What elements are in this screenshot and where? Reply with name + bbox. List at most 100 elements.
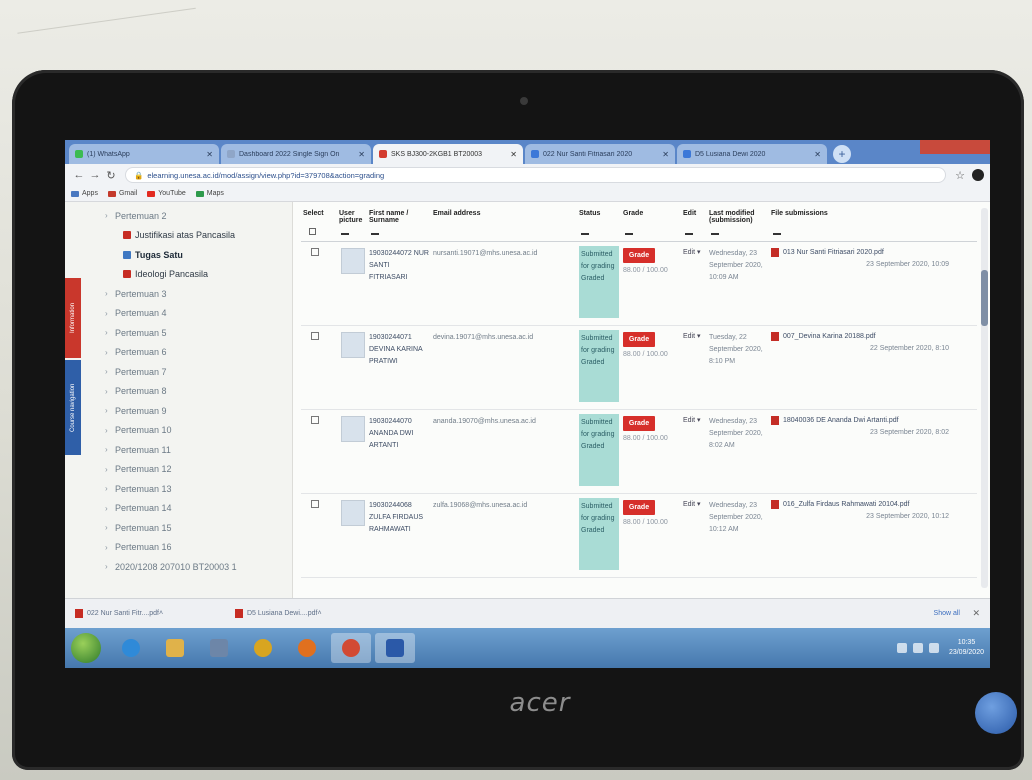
row-select-checkbox[interactable] — [311, 248, 319, 256]
file-link[interactable]: 013 Nur Santi Fitriasari 2020.pdf — [771, 248, 957, 257]
user-avatar[interactable] — [341, 416, 365, 442]
student-name[interactable]: 19030244068 ZULFA FIRDAUS RAHMAWATI — [369, 500, 429, 536]
edit-menu[interactable]: Edit ▾ — [683, 248, 705, 256]
back-icon[interactable]: ← — [71, 169, 87, 181]
sidebar-section[interactable]: › Pertemuan 9 — [65, 401, 292, 421]
close-icon[interactable]: ✕ — [814, 150, 821, 159]
profile-avatar[interactable] — [972, 169, 984, 181]
bookmark-item[interactable]: Maps — [195, 190, 224, 197]
grade-button[interactable]: Grade — [623, 416, 655, 431]
taskbar-app[interactable] — [111, 633, 151, 663]
browser-tab[interactable]: Dashboard 2022 Single Sign On ✕ — [221, 144, 371, 164]
file-link[interactable]: 016_Zulfa Firdaus Rahmawati 20104.pdf — [771, 500, 957, 509]
user-avatar[interactable] — [341, 332, 365, 358]
sidebar-section[interactable]: › Pertemuan 6 — [65, 343, 292, 363]
grade-button[interactable]: Grade — [623, 248, 655, 263]
taskbar-app[interactable] — [331, 633, 371, 663]
scrollbar-thumb[interactable] — [981, 270, 988, 326]
row-select-checkbox[interactable] — [311, 332, 319, 340]
sort-icon[interactable] — [341, 233, 349, 235]
window-controls[interactable] — [920, 140, 990, 154]
user-avatar[interactable] — [341, 500, 365, 526]
bookmark-item[interactable]: Gmail — [107, 190, 137, 197]
sidebar-section[interactable]: › Pertemuan 13 — [65, 479, 292, 499]
clock[interactable]: 10:35 23/09/2020 — [949, 638, 984, 658]
student-name[interactable]: 19030244070 ANANDA DWI ARTANTI — [369, 416, 429, 452]
bookmark-item[interactable]: YouTube — [147, 190, 186, 197]
sidebar-section[interactable]: › Pertemuan 2 — [65, 206, 292, 226]
download-item[interactable]: D5 Lusiana Dewi....pdf ˄ — [235, 609, 385, 618]
sort-icon[interactable] — [773, 233, 781, 235]
sidebar-section[interactable]: › Pertemuan 12 — [65, 460, 292, 480]
browser-tab[interactable]: D5 Lusiana Dewi 2020 ✕ — [677, 144, 827, 164]
taskbar-app[interactable] — [155, 633, 195, 663]
side-tab-information[interactable]: Information — [65, 278, 81, 358]
start-button[interactable] — [71, 633, 101, 663]
sort-icon[interactable] — [711, 233, 719, 235]
close-icon[interactable]: ✕ — [510, 150, 517, 159]
new-tab-button[interactable]: + — [833, 145, 851, 163]
close-icon[interactable]: ✕ — [662, 150, 669, 159]
sidebar-section[interactable]: › Pertemuan 10 — [65, 421, 292, 441]
grade-button[interactable]: Grade — [623, 332, 655, 347]
sidebar-activity[interactable]: Justifikasi atas Pancasila — [65, 226, 292, 246]
download-item[interactable]: 022 Nur Santi Fitr....pdf ˄ — [75, 609, 225, 618]
youtube-icon — [147, 190, 156, 197]
sidebar-section[interactable]: › Pertemuan 4 — [65, 304, 292, 324]
reload-icon[interactable]: ↻ — [103, 169, 119, 182]
sort-icon[interactable] — [371, 233, 379, 235]
col-email[interactable]: Email address — [431, 202, 577, 241]
col-grade[interactable]: Grade — [621, 202, 681, 241]
bookmark-item[interactable]: Apps — [71, 190, 98, 197]
taskbar-app[interactable] — [199, 633, 239, 663]
close-icon[interactable]: ✕ — [358, 150, 365, 159]
star-icon[interactable]: ☆ — [952, 169, 968, 182]
sidebar-section[interactable]: › Pertemuan 5 — [65, 323, 292, 343]
volume-icon[interactable] — [912, 643, 923, 653]
browser-tab[interactable]: SKS BJ300-2KGB1 BT20003 ✕ — [373, 144, 523, 164]
page-scrollbar[interactable] — [981, 208, 988, 588]
student-name[interactable]: 19030244071 DEVINA KARINA PRATIWI — [369, 332, 429, 368]
edit-menu[interactable]: Edit ▾ — [683, 416, 705, 424]
taskbar-app[interactable] — [287, 633, 327, 663]
browser-tab[interactable]: 022 Nur Santi Fitriasari 2020 ✕ — [525, 144, 675, 164]
col-status[interactable]: Status — [577, 202, 621, 241]
sidebar-section[interactable]: › Pertemuan 8 — [65, 382, 292, 402]
sidebar-section[interactable]: › Pertemuan 15 — [65, 518, 292, 538]
col-name[interactable]: First name / Surname — [367, 202, 431, 241]
file-link[interactable]: 007_Devina Karina 20188.pdf — [771, 332, 957, 341]
show-all-downloads[interactable]: Show all — [934, 610, 960, 617]
student-name[interactable]: 19030244072 NUR SANTI FITRIASARI — [369, 248, 429, 284]
col-select[interactable]: Select — [301, 202, 337, 241]
network-icon[interactable] — [896, 643, 907, 653]
sidebar-section[interactable]: › Pertemuan 3 — [65, 284, 292, 304]
select-all-checkbox[interactable] — [309, 228, 316, 235]
user-avatar[interactable] — [341, 248, 365, 274]
sort-icon[interactable] — [685, 233, 693, 235]
sort-icon[interactable] — [581, 233, 589, 235]
sidebar-section[interactable]: › Pertemuan 14 — [65, 499, 292, 519]
row-select-checkbox[interactable] — [311, 416, 319, 424]
browser-tab[interactable]: (1) WhatsApp ✕ — [69, 144, 219, 164]
taskbar-app[interactable] — [375, 633, 415, 663]
sidebar-section[interactable]: › Pertemuan 7 — [65, 362, 292, 382]
close-icon[interactable]: ✕ — [206, 150, 213, 159]
edit-menu[interactable]: Edit ▾ — [683, 332, 705, 340]
address-bar[interactable]: 🔒 elearning.unesa.ac.id/mod/assign/view.… — [125, 167, 946, 183]
grade-button[interactable]: Grade — [623, 500, 655, 515]
sidebar-activity[interactable]: Tugas Satu — [65, 245, 292, 265]
file-link[interactable]: 18040036 DE Ananda Dwi Artanti.pdf — [771, 416, 957, 425]
row-select-checkbox[interactable] — [311, 500, 319, 508]
sidebar-section[interactable]: › 2020/1208 207010 BT20003 1 — [65, 557, 292, 577]
col-modified[interactable]: Last modified (submission) — [707, 202, 769, 241]
taskbar-app[interactable] — [243, 633, 283, 663]
sidebar-activity[interactable]: Ideologi Pancasila — [65, 265, 292, 285]
sort-icon[interactable] — [625, 233, 633, 235]
sidebar-section[interactable]: › Pertemuan 11 — [65, 440, 292, 460]
close-icon[interactable]: ✕ — [972, 608, 980, 619]
side-tab-navigation[interactable]: Course navigation — [65, 360, 81, 455]
flag-icon[interactable] — [928, 643, 939, 653]
edit-menu[interactable]: Edit ▾ — [683, 500, 705, 508]
sidebar-section[interactable]: › Pertemuan 16 — [65, 538, 292, 558]
forward-icon[interactable]: → — [87, 169, 103, 181]
